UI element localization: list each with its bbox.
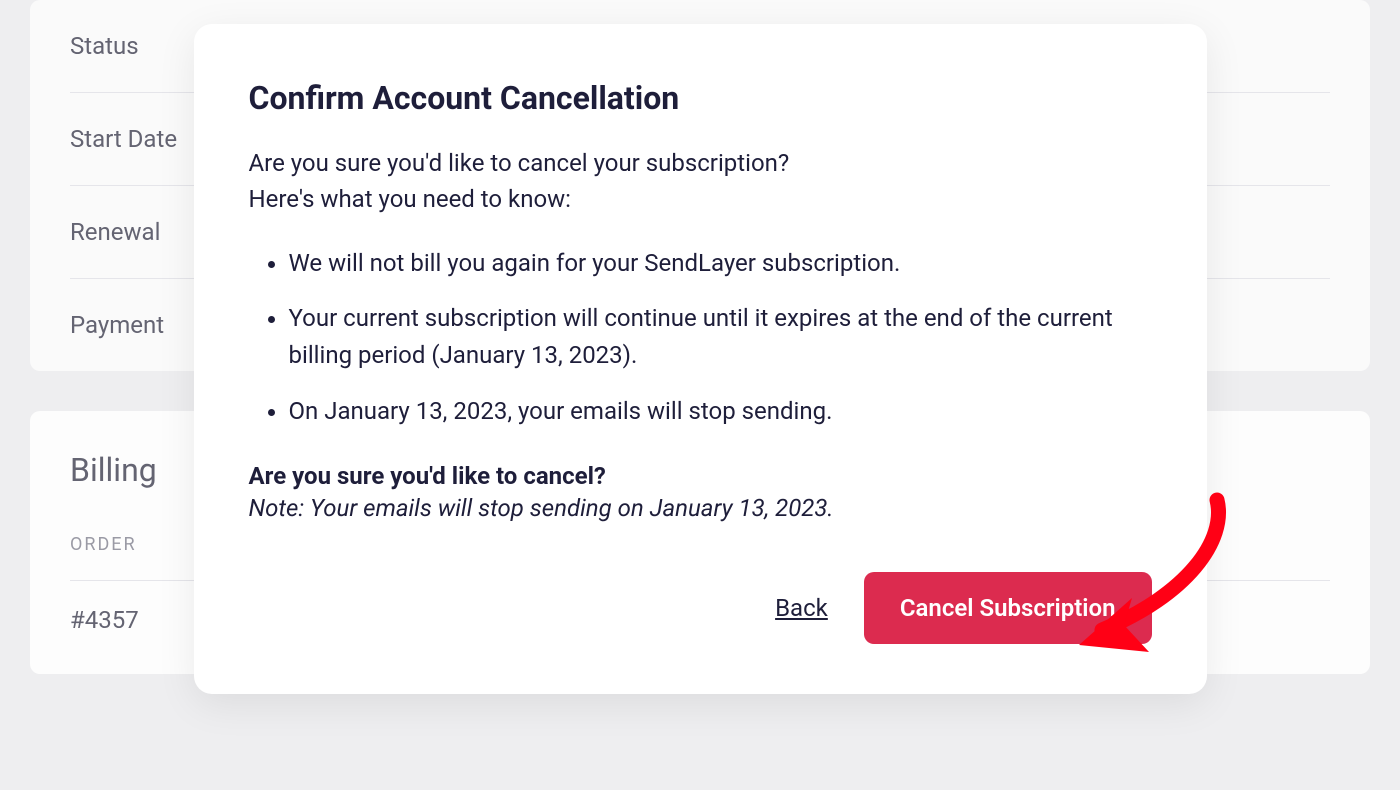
modal-intro-line1: Are you sure you'd like to cancel your s… [249,149,790,177]
modal-intro-line2: Here's what you need to know: [249,185,572,213]
modal-overlay: Confirm Account Cancellation Are you sur… [0,0,1400,790]
back-button[interactable]: Back [775,594,828,622]
modal-actions: Back Cancel Subscription [249,572,1152,644]
modal-confirm-question: Are you sure you'd like to cancel? [249,462,1152,490]
modal-note: Note: Your emails will stop sending on J… [249,494,1152,522]
modal-bullet-list: We will not bill you again for your Send… [249,245,1152,430]
confirm-cancellation-modal: Confirm Account Cancellation Are you sur… [194,24,1207,694]
modal-title: Confirm Account Cancellation [249,79,1152,117]
modal-bullet-item: On January 13, 2023, your emails will st… [289,393,1152,430]
cancel-subscription-button[interactable]: Cancel Subscription [864,572,1152,644]
modal-bullet-item: We will not bill you again for your Send… [289,245,1152,282]
modal-intro: Are you sure you'd like to cancel your s… [249,145,1152,217]
modal-bullet-item: Your current subscription will continue … [289,300,1152,374]
